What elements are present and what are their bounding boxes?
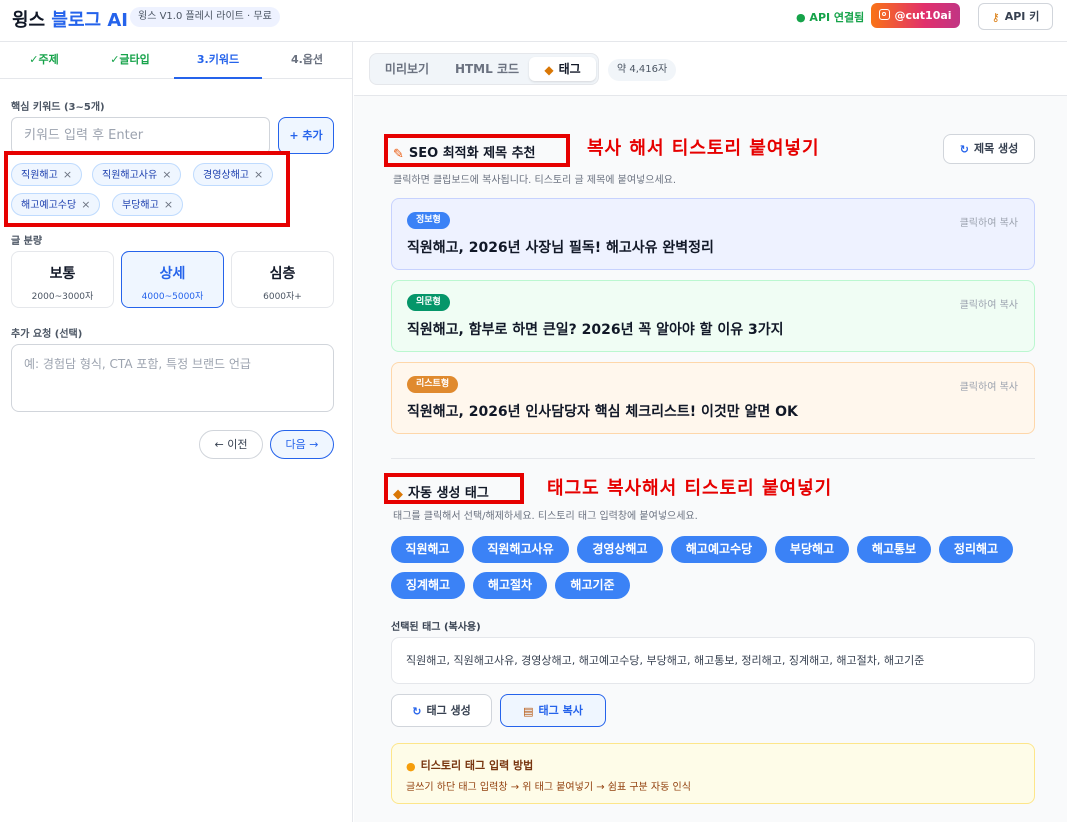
- volume-label: 글 분량: [11, 236, 43, 247]
- tags-subtitle: 태그를 클릭해서 선택/해제하세요. 티스토리 태그 입력창에 붙여넣으세요.: [393, 511, 698, 522]
- title-suggestion[interactable]: 리스트형 클릭하여 복사 직원해고, 2026년 인사담당자 핵심 체크리스트!…: [391, 362, 1035, 434]
- tip-description: 글쓰기 하단 태그 입력창 → 위 태그 붙여넣기 → 쉼표 구분 자동 인식: [406, 782, 691, 793]
- title-suggestion[interactable]: 정보형 클릭하여 복사 직원해고, 2026년 사장님 필독! 해고사유 완벽정…: [391, 198, 1035, 270]
- generate-title-button[interactable]: ↻ 제목 생성: [943, 134, 1035, 164]
- extra-request-input[interactable]: 예: 경험담 형식, CTA 포함, 특정 브랜드 언급: [11, 344, 334, 412]
- tab-tags[interactable]: ◆ 태그: [529, 57, 596, 81]
- volume-option[interactable]: 심층 6000자+: [231, 251, 334, 308]
- refresh-icon: ↻: [412, 705, 422, 718]
- instagram-button[interactable]: @cut10ai: [871, 3, 960, 28]
- tag-pill[interactable]: 직원해고사유: [472, 536, 569, 563]
- instagram-handle: @cut10ai: [894, 9, 952, 22]
- api-status: ● API 연결됨: [796, 11, 865, 24]
- lightbulb-icon: ●: [406, 760, 416, 773]
- tab-tags-label: 태그: [558, 62, 581, 76]
- add-keyword-button[interactable]: + 추가: [278, 117, 334, 154]
- volume-option[interactable]: 상세 4000~5000자: [121, 251, 224, 308]
- generate-title-label: 제목 생성: [973, 142, 1019, 155]
- step-type[interactable]: ✓글타입: [86, 42, 174, 79]
- title-suggestion[interactable]: 의문형 클릭하여 복사 직원해고, 함부로 하면 큰일? 2026년 꼭 알아야…: [391, 280, 1035, 352]
- suggestion-badge: 리스트형: [407, 376, 459, 393]
- app-header: 윙스 블로그 AI 윙스 V1.0 플레시 라이트 · 무료 ● API 연결됨…: [0, 0, 1067, 42]
- tag-pill[interactable]: 직원해고: [391, 536, 464, 563]
- volume-sub: 4000~5000자: [141, 292, 204, 302]
- volume-option[interactable]: 보통 2000~3000자: [11, 251, 114, 308]
- seo-subtitle: 클릭하면 클립보드에 복사됩니다. 티스토리 글 제목에 붙여넣으세요.: [393, 175, 677, 186]
- tab-preview[interactable]: 미리보기: [374, 57, 440, 81]
- keyword-input[interactable]: [11, 117, 270, 154]
- settings-panel: ✓주제 ✓글타입 3.키워드 4.옵션 핵심 키워드 (3~5개) + 추가 직…: [0, 42, 353, 822]
- tag-pill[interactable]: 정리해고: [939, 536, 1013, 563]
- prev-button[interactable]: ← 이전: [199, 430, 263, 459]
- annotation-box: [384, 473, 524, 504]
- annotation-text: 복사 해서 티스토리 붙여넣기: [587, 138, 820, 159]
- volume-sub: 2000~3000자: [31, 292, 94, 302]
- tag-pill[interactable]: 경영상해고: [577, 536, 663, 563]
- extra-request-label: 추가 요청 (선택): [11, 329, 83, 340]
- step-topic[interactable]: ✓주제: [0, 42, 88, 79]
- copy-tags-label: 태그 복사: [538, 704, 583, 717]
- tip-box: ● 티스토리 태그 입력 방법 글쓰기 하단 태그 입력창 → 위 태그 붙여넣기…: [391, 743, 1035, 804]
- suggestion-badge: 정보형: [407, 212, 450, 229]
- api-key-button[interactable]: ⚷ API 키: [978, 3, 1053, 30]
- result-panel: 미리보기 HTML 코드 ◆ 태그 약 4,416자 ✎ SEO 최적화 제목 추천…: [354, 42, 1067, 822]
- step-options[interactable]: 4.옵션: [263, 42, 351, 79]
- tag-pill[interactable]: 해고기준: [555, 572, 630, 599]
- step-tabs: ✓주제 ✓글타입 3.키워드 4.옵션: [0, 42, 352, 79]
- tag-pill[interactable]: 부당해고: [775, 536, 849, 563]
- volume-title: 보통: [49, 266, 76, 282]
- selected-tags-box[interactable]: 직원해고, 직원해고사유, 경영상해고, 해고예고수당, 부당해고, 해고통보,…: [391, 637, 1035, 684]
- copy-hint: 클릭하여 복사: [959, 300, 1018, 311]
- generate-tags-label: 태그 생성: [426, 704, 471, 717]
- tag-icon: ◆: [544, 63, 554, 77]
- annotation-box: [384, 134, 570, 167]
- copy-hint: 클릭하여 복사: [959, 382, 1018, 393]
- keyword-label: 핵심 키워드 (3~5개): [11, 102, 105, 113]
- instagram-icon: [879, 9, 891, 20]
- step-keyword[interactable]: 3.키워드: [174, 42, 262, 79]
- copy-tags-button[interactable]: ▤ 태그 복사: [500, 694, 606, 727]
- tip-title: ● 티스토리 태그 입력 방법: [406, 757, 533, 773]
- tag-pill[interactable]: 해고절차: [473, 572, 547, 599]
- tag-pill[interactable]: 해고예고수당: [671, 536, 767, 563]
- clipboard-icon: ▤: [523, 705, 534, 718]
- brand-main: 윙스: [12, 10, 52, 31]
- generate-tags-button[interactable]: ↻ 태그 생성: [391, 694, 492, 727]
- volume-title: 상세: [159, 266, 186, 282]
- selected-tags-label: 선택된 태그 (복사용): [391, 622, 481, 633]
- api-key-label: API 키: [1004, 10, 1040, 23]
- key-icon: ⚷: [991, 11, 1000, 24]
- brand-accent: 블로그 AI: [51, 10, 128, 31]
- suggestion-text: 직원해고, 2026년 인사담당자 핵심 체크리스트! 이것만 알면 OK: [407, 404, 798, 420]
- view-tabs: 미리보기 HTML 코드 ◆ 태그: [369, 53, 599, 85]
- tip-title-text: 티스토리 태그 입력 방법: [420, 759, 534, 772]
- suggestion-text: 직원해고, 2026년 사장님 필독! 해고사유 완벽정리: [407, 240, 714, 256]
- result-toolbar: 미리보기 HTML 코드 ◆ 태그 약 4,416자: [354, 42, 1067, 96]
- next-button[interactable]: 다음 →: [270, 430, 334, 459]
- volume-title: 심층: [269, 266, 296, 282]
- section-divider: [391, 458, 1035, 459]
- annotation-box: [4, 151, 290, 227]
- char-count: 약 4,416자: [608, 59, 677, 81]
- suggestion-badge: 의문형: [407, 294, 450, 311]
- copy-hint: 클릭하여 복사: [959, 218, 1018, 229]
- tab-html[interactable]: HTML 코드: [446, 57, 528, 81]
- tag-pill[interactable]: 징계해고: [391, 572, 465, 599]
- annotation-text: 태그도 복사해서 티스토리 붙여넣기: [547, 478, 833, 499]
- suggestion-text: 직원해고, 함부로 하면 큰일? 2026년 꼭 알아야 할 이유 3가지: [407, 322, 784, 338]
- refresh-icon: ↻: [959, 143, 969, 156]
- volume-sub: 6000자+: [263, 292, 302, 302]
- app-title: 윙스 블로그 AI: [12, 6, 128, 32]
- version-badge: 윙스 V1.0 플레시 라이트 · 무료: [130, 7, 280, 27]
- tag-pill[interactable]: 해고통보: [857, 536, 931, 563]
